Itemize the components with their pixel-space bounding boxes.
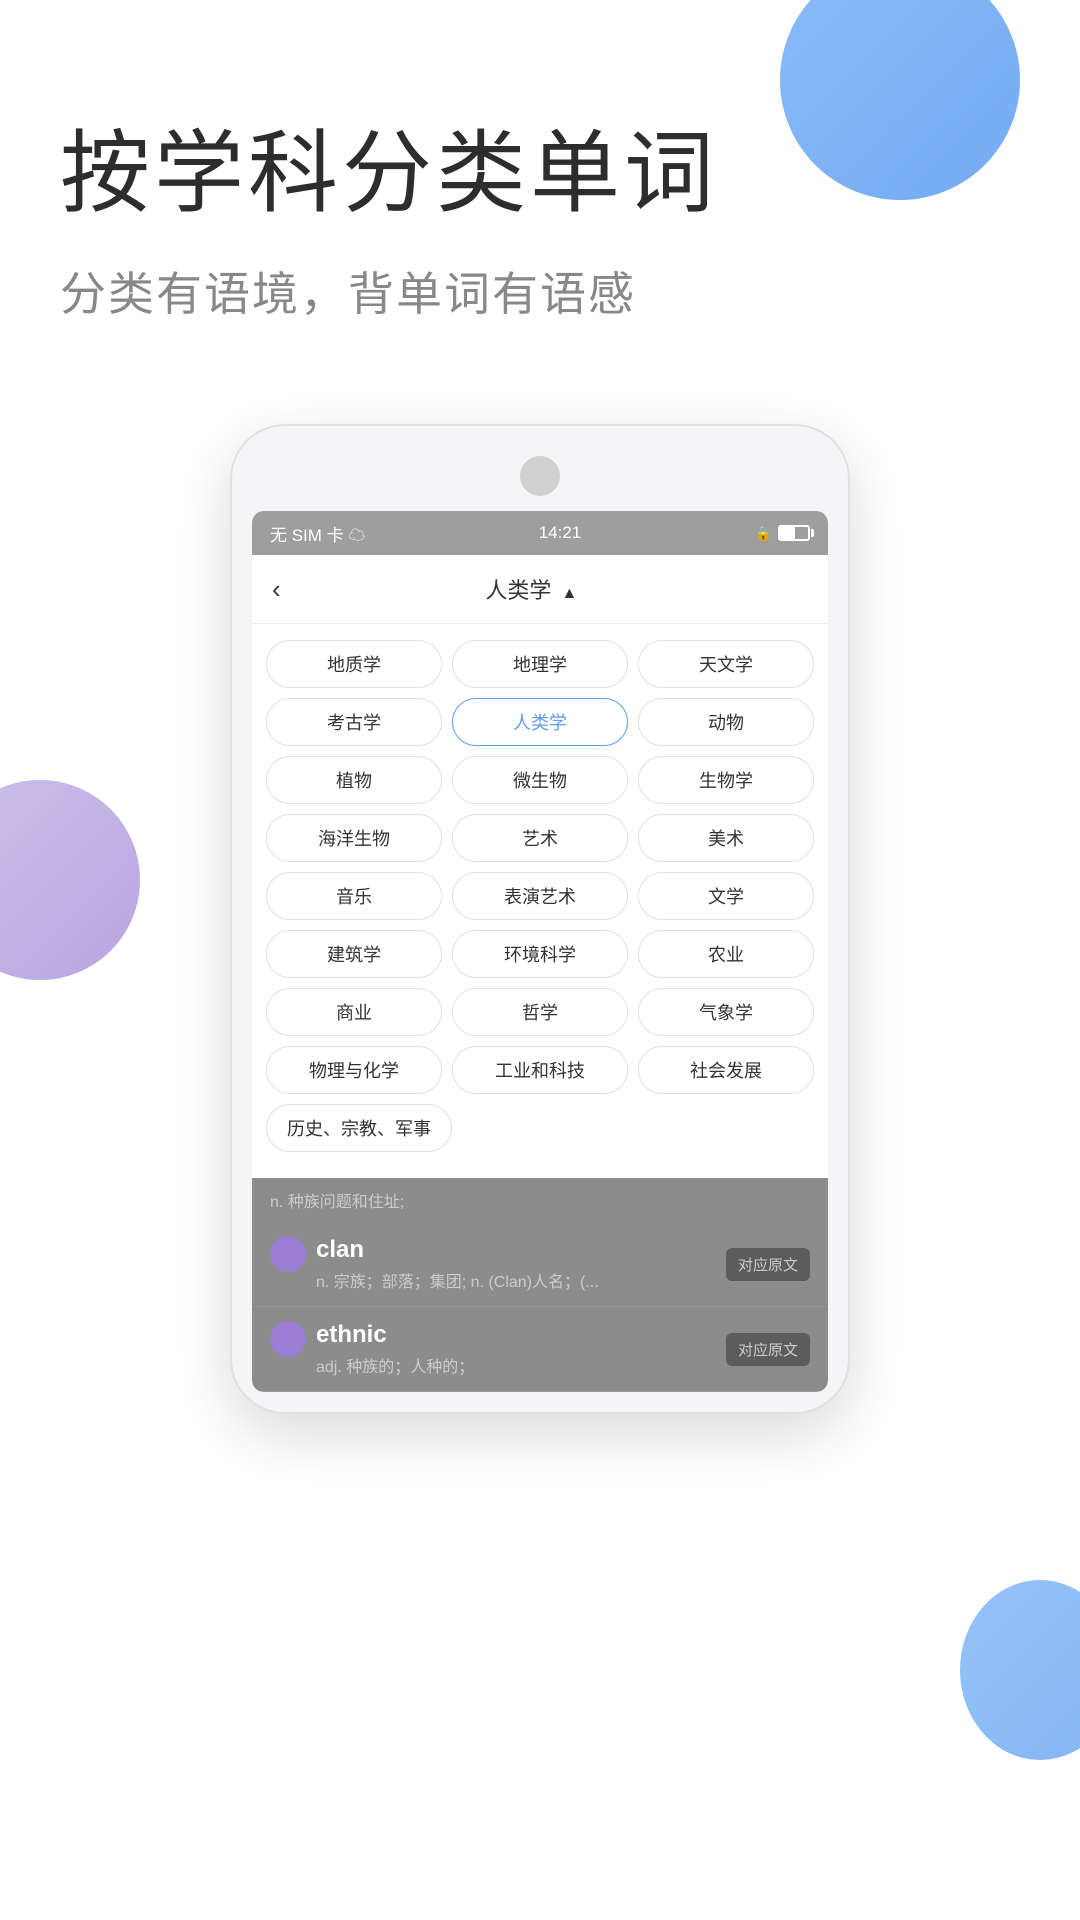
category-row-2: 考古学 人类学 动物 — [266, 698, 814, 746]
category-row-6: 建筑学 环境科学 农业 — [266, 930, 814, 978]
category-row-5: 音乐 表演艺术 文学 — [266, 872, 814, 920]
category-art[interactable]: 艺术 — [452, 814, 628, 862]
category-architecture[interactable]: 建筑学 — [266, 930, 442, 978]
category-business[interactable]: 商业 — [266, 988, 442, 1036]
phone-screen: 无 SIM 卡 ☁ 14:21 🔒 ‹ 人类学 ▲ — [252, 511, 828, 1392]
category-industry-tech[interactable]: 工业和科技 — [452, 1046, 628, 1094]
lock-icon: 🔒 — [755, 525, 772, 542]
category-music[interactable]: 音乐 — [266, 872, 442, 920]
category-philosophy[interactable]: 哲学 — [452, 988, 628, 1036]
word-action-clan[interactable]: 对应原文 — [726, 1248, 810, 1281]
word-list-header-text: n. 种族问题和住址; — [270, 1194, 404, 1211]
category-history-religion[interactable]: 历史、宗教、军事 — [266, 1104, 452, 1152]
category-biology[interactable]: 生物学 — [638, 756, 814, 804]
battery-fill — [780, 527, 795, 539]
deco-circle-right — [960, 1580, 1080, 1760]
phone-mockup: 无 SIM 卡 ☁ 14:21 🔒 ‹ 人类学 ▲ — [230, 424, 850, 1414]
nav-title: 人类学 ▲ — [281, 573, 782, 605]
category-agriculture[interactable]: 农业 — [638, 930, 814, 978]
word-content-ethnic: ethnic adj. 种族的；人种的； — [316, 1321, 714, 1377]
word-item-clan: clan n. 宗族；部落；集团; n. (Clan)人名；(... 对应原文 — [252, 1222, 828, 1307]
hero-title: 按学科分类单词 — [60, 120, 1020, 228]
category-anthropology[interactable]: 人类学 — [452, 698, 628, 746]
hero-subtitle: 分类有语境，背单词有语感 — [60, 258, 1020, 324]
status-left: 无 SIM 卡 ☁ — [270, 521, 365, 546]
word-content-clan: clan n. 宗族；部落；集团; n. (Clan)人名；(... — [316, 1236, 714, 1292]
word-english-ethnic: ethnic — [316, 1321, 714, 1349]
phone-top-button — [520, 456, 560, 496]
avatar-clan — [270, 1236, 306, 1272]
category-fineart[interactable]: 美术 — [638, 814, 814, 862]
battery-icon — [778, 525, 810, 541]
no-sim-text: 无 SIM 卡 ☁ — [270, 521, 365, 546]
category-row-4: 海洋生物 艺术 美术 — [266, 814, 814, 862]
category-astronomy[interactable]: 天文学 — [638, 640, 814, 688]
category-microbes[interactable]: 微生物 — [452, 756, 628, 804]
category-geography[interactable]: 地理学 — [452, 640, 628, 688]
app-navbar: ‹ 人类学 ▲ — [252, 555, 828, 624]
category-social-dev[interactable]: 社会发展 — [638, 1046, 814, 1094]
category-environment[interactable]: 环境科学 — [452, 930, 628, 978]
category-animals[interactable]: 动物 — [638, 698, 814, 746]
category-row-3: 植物 微生物 生物学 — [266, 756, 814, 804]
category-plants[interactable]: 植物 — [266, 756, 442, 804]
category-geology[interactable]: 地质学 — [266, 640, 442, 688]
word-list-header: n. 种族问题和住址; — [252, 1178, 828, 1222]
nav-arrow: ▲ — [561, 585, 577, 602]
category-row-7: 商业 哲学 气象学 — [266, 988, 814, 1036]
category-meteorology[interactable]: 气象学 — [638, 988, 814, 1036]
category-row-8: 物理与化学 工业和科技 社会发展 — [266, 1046, 814, 1094]
word-item-ethnic: ethnic adj. 种族的；人种的； 对应原文 — [252, 1307, 828, 1392]
status-time: 14:21 — [539, 523, 582, 543]
word-action-ethnic[interactable]: 对应原文 — [726, 1333, 810, 1366]
category-marine[interactable]: 海洋生物 — [266, 814, 442, 862]
hero-section: 按学科分类单词 分类有语境，背单词有语感 — [0, 0, 1080, 384]
category-performing[interactable]: 表演艺术 — [452, 872, 628, 920]
word-english-clan: clan — [316, 1236, 714, 1264]
word-chinese-clan: n. 宗族；部落；集团; n. (Clan)人名；(... — [316, 1268, 714, 1292]
phone-container: 无 SIM 卡 ☁ 14:21 🔒 ‹ 人类学 ▲ — [0, 424, 1080, 1414]
category-physics-chemistry[interactable]: 物理与化学 — [266, 1046, 442, 1094]
category-row-1: 地质学 地理学 天文学 — [266, 640, 814, 688]
back-button[interactable]: ‹ — [272, 574, 281, 605]
status-right: 🔒 — [755, 525, 810, 542]
category-grid: 地质学 地理学 天文学 考古学 人类学 动物 植物 微生物 生物学 — [252, 624, 828, 1178]
category-archaeology[interactable]: 考古学 — [266, 698, 442, 746]
status-bar: 无 SIM 卡 ☁ 14:21 🔒 — [252, 511, 828, 555]
word-chinese-ethnic: adj. 种族的；人种的； — [316, 1353, 714, 1377]
nav-title-text: 人类学 — [485, 578, 551, 603]
avatar-ethnic — [270, 1321, 306, 1357]
category-literature[interactable]: 文学 — [638, 872, 814, 920]
category-row-9: 历史、宗教、军事 — [266, 1104, 814, 1152]
